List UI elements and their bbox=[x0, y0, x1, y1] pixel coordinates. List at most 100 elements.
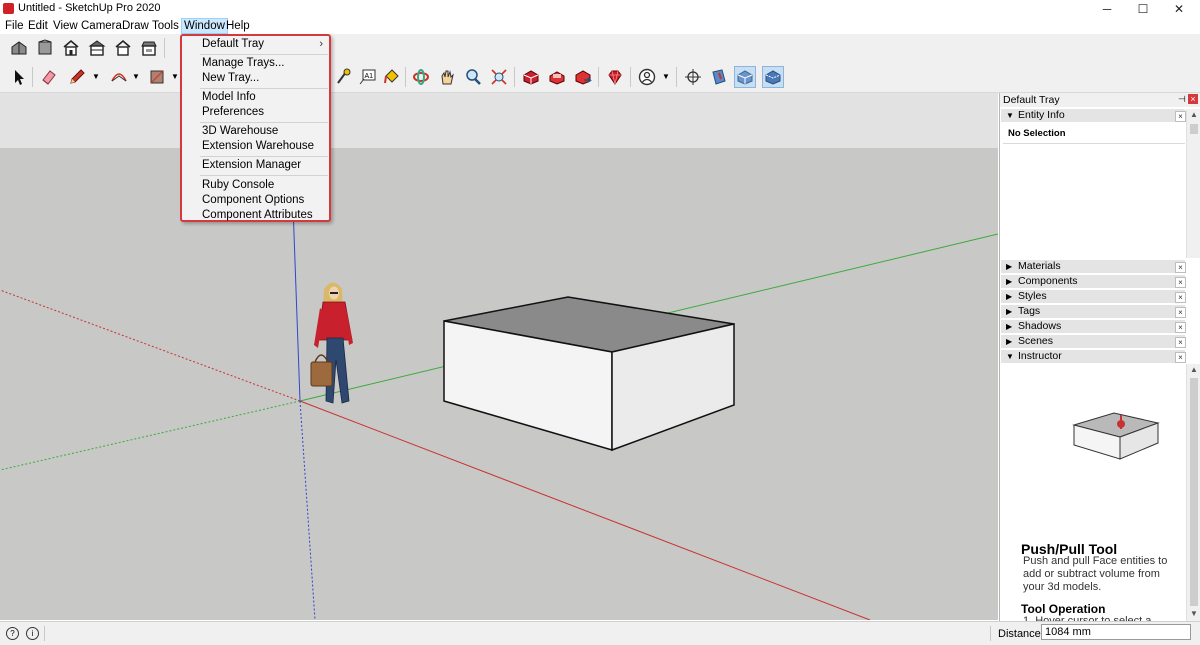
scroll-up-icon[interactable]: ▲ bbox=[1187, 364, 1200, 376]
panel-header-entity-info[interactable]: ▼ Entity Info × bbox=[1001, 109, 1186, 123]
scroll-down-icon[interactable]: ▼ bbox=[1187, 608, 1200, 620]
menu-camera[interactable]: Camera bbox=[79, 19, 124, 33]
tape-measure-icon[interactable] bbox=[332, 66, 354, 88]
menu-item-ruby-console[interactable]: Ruby Console bbox=[202, 178, 274, 193]
collapsed-arrow-icon: ▶ bbox=[1006, 277, 1013, 286]
left-view-icon[interactable] bbox=[138, 37, 160, 59]
panel-header-shadows[interactable]: ▶ Shadows × bbox=[1001, 320, 1186, 334]
push-pull-illustration-icon bbox=[1072, 412, 1160, 460]
panel-header-instructor[interactable]: ▼ Instructor × bbox=[1001, 350, 1186, 364]
menu-draw[interactable]: Draw bbox=[120, 19, 151, 33]
red-axis-negative bbox=[0, 289, 301, 402]
text-icon[interactable]: A1 bbox=[356, 66, 378, 88]
rectangle-dropdown-icon[interactable]: ▼ bbox=[171, 72, 179, 81]
scroll-up-icon[interactable]: ▲ bbox=[1187, 109, 1200, 121]
default-tray: Default Tray ⊣ × ▼ Entity Info × No Sele… bbox=[999, 93, 1200, 627]
menu-item-default-tray[interactable]: Default Tray bbox=[202, 37, 264, 52]
pencil-dropdown-icon[interactable]: ▼ bbox=[92, 72, 100, 81]
panel-close-button[interactable]: × bbox=[1175, 307, 1186, 318]
menu-separator bbox=[200, 122, 328, 123]
arc-icon[interactable] bbox=[108, 66, 130, 88]
info-icon[interactable]: i bbox=[26, 627, 39, 640]
panel-close-button[interactable]: × bbox=[1175, 352, 1186, 363]
extension-warehouse-icon[interactable] bbox=[546, 66, 568, 88]
window-menu-dropdown: Default Tray › Manage Trays... New Tray.… bbox=[180, 34, 331, 222]
menu-tools[interactable]: Tools bbox=[150, 19, 181, 33]
menu-help[interactable]: Help bbox=[224, 19, 252, 33]
panel-close-button[interactable]: × bbox=[1175, 292, 1186, 303]
maximize-button[interactable]: ☐ bbox=[1126, 0, 1160, 18]
zoom-extents-icon[interactable] bbox=[488, 66, 510, 88]
panel-close-button[interactable]: × bbox=[1175, 337, 1186, 348]
minimize-button[interactable]: ─ bbox=[1090, 0, 1124, 18]
instructor-scrollbar[interactable]: ▲ ▼ bbox=[1186, 364, 1200, 621]
panel-close-button[interactable]: × bbox=[1175, 322, 1186, 333]
account-dropdown-icon[interactable]: ▼ bbox=[662, 72, 670, 81]
model-viewport[interactable] bbox=[0, 93, 998, 620]
distance-input[interactable]: 1084 mm bbox=[1041, 624, 1191, 640]
close-button[interactable]: ✕ bbox=[1162, 0, 1196, 18]
ruby-icon[interactable] bbox=[604, 66, 626, 88]
orbit-icon[interactable] bbox=[410, 66, 432, 88]
menu-window[interactable]: Window bbox=[181, 18, 228, 34]
scroll-thumb[interactable] bbox=[1190, 378, 1198, 606]
collapsed-arrow-icon: ▶ bbox=[1006, 292, 1013, 301]
send-to-layout-icon[interactable] bbox=[572, 66, 594, 88]
panel-header-scenes[interactable]: ▶ Scenes × bbox=[1001, 335, 1186, 349]
tray-close-button[interactable]: × bbox=[1188, 94, 1198, 104]
tray-title: Default Tray bbox=[1003, 94, 1060, 106]
scroll-thumb[interactable] bbox=[1190, 124, 1198, 134]
pencil-icon[interactable] bbox=[66, 66, 88, 88]
menu-file[interactable]: File bbox=[3, 19, 26, 33]
top-view-icon[interactable] bbox=[34, 37, 56, 59]
right-view-icon[interactable] bbox=[86, 37, 108, 59]
panel-header-materials[interactable]: ▶ Materials × bbox=[1001, 260, 1186, 274]
menu-item-3d-warehouse[interactable]: 3D Warehouse bbox=[202, 124, 278, 139]
3d-warehouse-icon[interactable] bbox=[520, 66, 542, 88]
xray-icon[interactable] bbox=[734, 66, 756, 88]
menu-item-component-options[interactable]: Component Options bbox=[202, 193, 304, 208]
menu-item-new-tray[interactable]: New Tray... bbox=[202, 71, 259, 86]
rectangle-icon[interactable] bbox=[146, 66, 168, 88]
green-axis-negative bbox=[0, 400, 301, 471]
panel-close-button[interactable]: × bbox=[1175, 111, 1186, 122]
arc-dropdown-icon[interactable]: ▼ bbox=[132, 72, 140, 81]
menu-item-model-info[interactable]: Model Info bbox=[202, 90, 256, 105]
panel-close-button[interactable]: × bbox=[1175, 277, 1186, 288]
back-view-icon[interactable] bbox=[112, 37, 134, 59]
expanded-arrow-icon: ▼ bbox=[1006, 352, 1014, 361]
position-camera-icon[interactable] bbox=[682, 66, 704, 88]
menu-item-extension-warehouse[interactable]: Extension Warehouse bbox=[202, 139, 314, 154]
panel-label: Scenes bbox=[1018, 335, 1054, 347]
front-view-icon[interactable] bbox=[60, 37, 82, 59]
collapsed-arrow-icon: ▶ bbox=[1006, 262, 1013, 271]
menu-item-extension-manager[interactable]: Extension Manager bbox=[202, 158, 301, 173]
zoom-icon[interactable] bbox=[462, 66, 484, 88]
iso-view-icon[interactable] bbox=[8, 37, 30, 59]
menu-item-component-attributes[interactable]: Component Attributes bbox=[202, 208, 313, 223]
menu-separator bbox=[200, 54, 328, 55]
help-icon[interactable]: ? bbox=[6, 627, 19, 640]
menu-item-manage-trays[interactable]: Manage Trays... bbox=[202, 56, 284, 71]
panel-close-button[interactable]: × bbox=[1175, 262, 1186, 273]
entity-info-scroll-track[interactable] bbox=[1186, 122, 1200, 258]
panel-label: Entity Info bbox=[1018, 109, 1065, 121]
back-edges-icon[interactable] bbox=[762, 66, 784, 88]
select-icon[interactable] bbox=[8, 66, 30, 88]
panel-header-tags[interactable]: ▶ Tags × bbox=[1001, 305, 1186, 319]
account-icon[interactable] bbox=[636, 66, 658, 88]
panel-header-styles[interactable]: ▶ Styles × bbox=[1001, 290, 1186, 304]
eraser-icon[interactable] bbox=[38, 66, 60, 88]
window-title: Untitled - SketchUp Pro 2020 bbox=[18, 2, 161, 14]
paint-bucket-icon[interactable] bbox=[380, 66, 402, 88]
panel-label: Instructor bbox=[1018, 350, 1062, 362]
menu-edit[interactable]: Edit bbox=[26, 19, 50, 33]
panel-header-components[interactable]: ▶ Components × bbox=[1001, 275, 1186, 289]
scale-figure[interactable] bbox=[310, 282, 353, 404]
section-plane-icon[interactable] bbox=[708, 66, 730, 88]
pin-icon[interactable]: ⊣ bbox=[1178, 94, 1186, 105]
menu-view[interactable]: View bbox=[51, 19, 80, 33]
pan-icon[interactable] bbox=[436, 66, 458, 88]
menu-item-preferences[interactable]: Preferences bbox=[202, 105, 264, 120]
box-model[interactable] bbox=[443, 296, 735, 452]
